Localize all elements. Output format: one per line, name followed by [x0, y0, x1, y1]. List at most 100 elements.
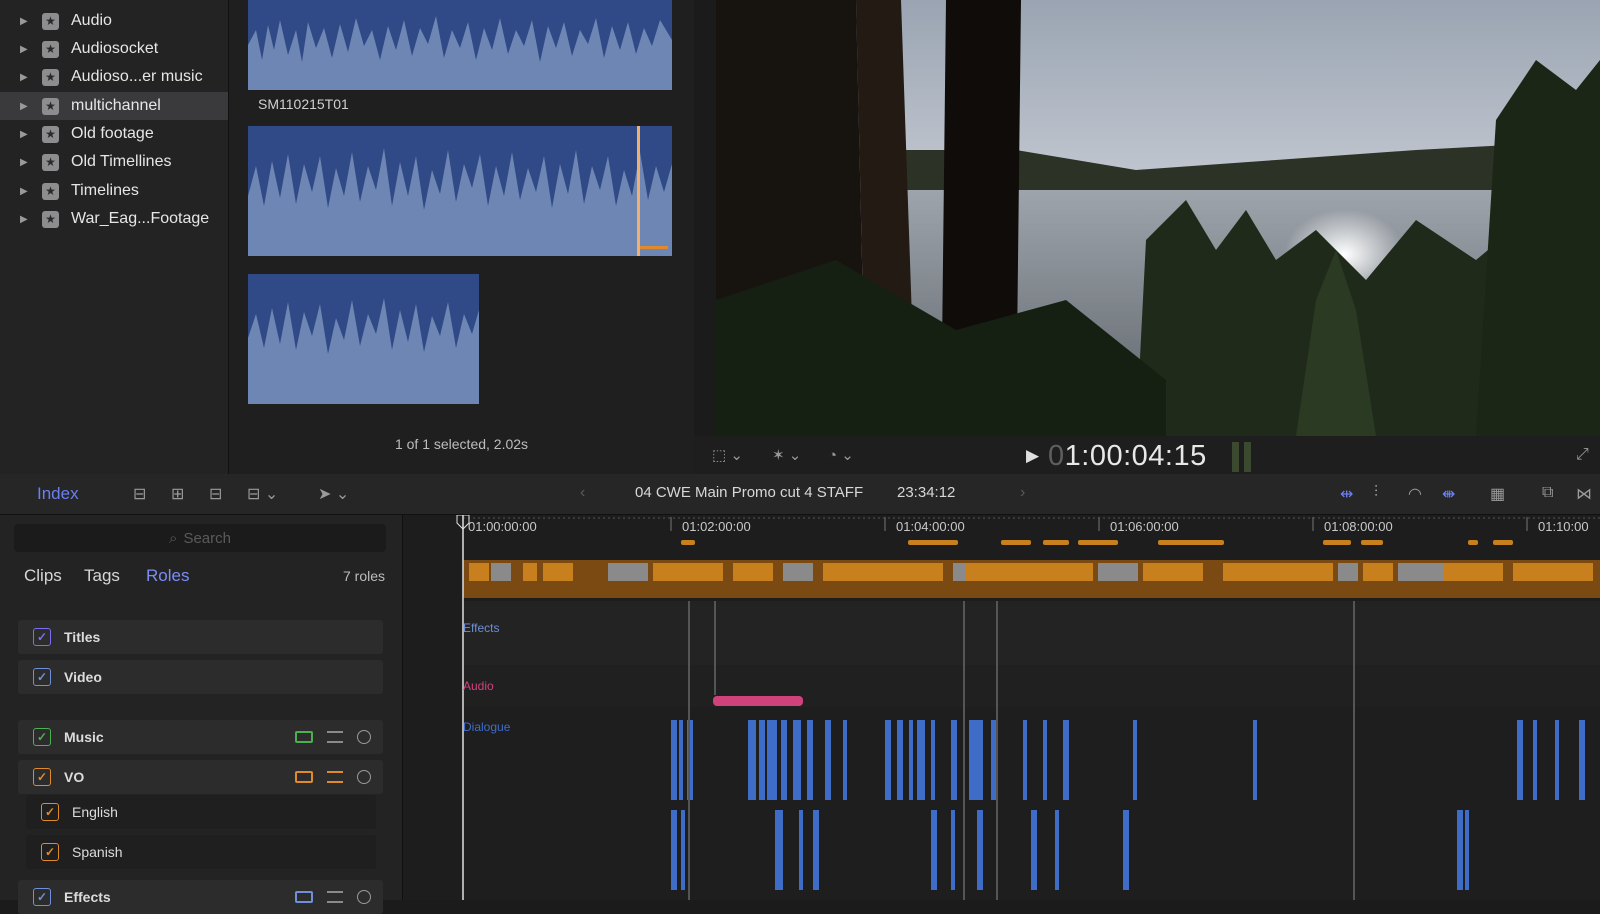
audio-clip-thumbnail-selected[interactable]: [248, 126, 672, 256]
lane-label-audio: Audio: [463, 679, 494, 693]
audio-meter-right: [1244, 442, 1251, 472]
library-item-label: Audio: [71, 12, 112, 29]
disclosure-triangle-icon[interactable]: ▶: [20, 101, 30, 112]
subrole-label: Spanish: [72, 844, 123, 860]
index-button[interactable]: Index: [37, 484, 79, 504]
skimming-icon[interactable]: ⇹: [1340, 484, 1353, 504]
effects-browser-icon[interactable]: ⧉: [1542, 484, 1553, 502]
effects-lane[interactable]: [463, 601, 1600, 665]
search-icon: ⌕: [169, 529, 178, 547]
event-star-icon: ★: [42, 153, 59, 171]
role-checkbox[interactable]: ✓: [33, 888, 51, 906]
minimize-lanes-icon[interactable]: [327, 891, 343, 903]
search-input[interactable]: ⌕ Search: [14, 524, 386, 552]
disclosure-triangle-icon[interactable]: ▶: [20, 16, 30, 27]
event-star-icon: ★: [42, 125, 59, 143]
disclosure-triangle-icon[interactable]: ▶: [20, 129, 30, 140]
library-item[interactable]: ▶ ★ Timelines: [0, 177, 228, 205]
library-item-label: War_Eag...Footage: [71, 210, 210, 227]
subrole-row-english[interactable]: ✓ English: [26, 795, 376, 829]
timeline-tracks[interactable]: [403, 515, 1600, 900]
video-frame-image: [716, 0, 1600, 436]
minimize-lanes-icon[interactable]: [327, 731, 343, 743]
insert-clip-icon[interactable]: ⊞: [171, 484, 184, 504]
connect-clip-icon[interactable]: ⊟: [133, 484, 146, 504]
library-item[interactable]: ▶ ★ Audio: [0, 7, 228, 35]
library-item[interactable]: ▶ ★ War_Eag...Footage: [0, 205, 228, 233]
role-row-titles[interactable]: ✓ Titles: [18, 620, 383, 654]
role-row-video[interactable]: ✓ Video: [18, 660, 383, 694]
role-checkbox[interactable]: ✓: [33, 668, 51, 686]
minimize-lanes-icon[interactable]: [327, 771, 343, 783]
clip-appearance-icon[interactable]: ▦: [1490, 484, 1505, 504]
viewer-format-button[interactable]: ⬚ ⌄: [712, 446, 743, 464]
role-row-effects[interactable]: ✓ Effects: [18, 880, 383, 914]
event-star-icon: ★: [42, 182, 59, 200]
library-item[interactable]: ▶ ★ Audiosocket: [0, 35, 228, 63]
library-item-label: Timelines: [71, 182, 139, 199]
transitions-browser-icon[interactable]: ⋈: [1576, 484, 1592, 504]
disclosure-triangle-icon[interactable]: ▶: [20, 214, 30, 225]
roles-count: 7 roles: [343, 568, 386, 584]
lane-label-dialogue: Dialogue: [463, 720, 511, 734]
show-lanes-icon[interactable]: [295, 731, 313, 743]
tab-roles[interactable]: Roles: [146, 566, 189, 586]
event-star-icon: ★: [42, 12, 59, 30]
subrole-checkbox[interactable]: ✓: [41, 843, 59, 861]
library-item-label: multichannel: [71, 97, 161, 114]
timecode-display[interactable]: 01:00:04:15: [1048, 440, 1207, 473]
role-row-music[interactable]: ✓ Music: [18, 720, 383, 754]
retime-icon[interactable]: ◔ ⌄: [828, 446, 854, 464]
library-item-label: Old Timellines: [71, 153, 172, 170]
overwrite-clip-icon[interactable]: ⊟ ⌄: [247, 484, 278, 504]
tab-tags[interactable]: Tags: [84, 566, 120, 586]
library-sidebar: ▶ ★ Audio ▶ ★ Audiosocket ▶ ★ Audioso...…: [0, 0, 229, 474]
show-lanes-icon[interactable]: [295, 891, 313, 903]
audio-lane[interactable]: [463, 665, 1600, 707]
audio-meter-left: [1232, 442, 1239, 472]
role-row-vo[interactable]: ✓ VO: [18, 760, 383, 794]
connected-clip-markers[interactable]: [681, 540, 1513, 545]
back-arrow-icon[interactable]: ‹: [580, 484, 585, 502]
role-checkbox[interactable]: ✓: [33, 628, 51, 646]
forward-arrow-icon[interactable]: ›: [1020, 484, 1025, 502]
role-checkbox[interactable]: ✓: [33, 768, 51, 786]
subrole-checkbox[interactable]: ✓: [41, 803, 59, 821]
fullscreen-icon[interactable]: ⤢: [1576, 446, 1589, 464]
library-item[interactable]: ▶ ★ Old Timellines: [0, 148, 228, 176]
clip-name-label: SM110215T01: [258, 96, 349, 112]
headphones-icon[interactable]: ◠: [1408, 484, 1422, 504]
disclosure-triangle-icon[interactable]: ▶: [20, 72, 30, 83]
role-label: Music: [64, 729, 104, 745]
append-clip-icon[interactable]: ⊟: [209, 484, 222, 504]
play-icon[interactable]: ▶: [1026, 446, 1039, 466]
show-lanes-icon[interactable]: [295, 771, 313, 783]
snapping-icon[interactable]: ⇼: [1442, 484, 1455, 504]
role-checkbox[interactable]: ✓: [33, 728, 51, 746]
waveform-graphic: [248, 274, 479, 404]
project-name: 04 CWE Main Promo cut 4 STAFF: [635, 484, 864, 501]
search-placeholder: Search: [183, 529, 231, 547]
audio-clip[interactable]: [713, 696, 803, 706]
disclosure-triangle-icon[interactable]: ▶: [20, 44, 30, 55]
select-tool-icon[interactable]: ➤ ⌄: [318, 484, 349, 504]
library-item-selected[interactable]: ▶ ★ multichannel: [0, 92, 228, 120]
event-star-icon: ★: [42, 210, 59, 228]
audio-clip-thumbnail[interactable]: [248, 274, 479, 404]
library-item[interactable]: ▶ ★ Old footage: [0, 120, 228, 148]
role-label: Effects: [64, 889, 111, 905]
lane-label-effects: Effects: [463, 621, 500, 635]
role-label: Video: [64, 669, 102, 685]
library-item[interactable]: ▶ ★ Audioso...er music: [0, 63, 228, 91]
focus-role-icon[interactable]: [357, 890, 371, 904]
subrole-row-spanish[interactable]: ✓ Spanish: [26, 835, 376, 869]
disclosure-triangle-icon[interactable]: ▶: [20, 157, 30, 168]
focus-role-icon[interactable]: [357, 770, 371, 784]
enhancements-icon[interactable]: ✶ ⌄: [772, 446, 801, 464]
focus-role-icon[interactable]: [357, 730, 371, 744]
disclosure-triangle-icon[interactable]: ▶: [20, 186, 30, 197]
audio-clip-thumbnail[interactable]: [248, 0, 672, 90]
tab-clips[interactable]: Clips: [24, 566, 62, 586]
event-star-icon: ★: [42, 68, 59, 86]
audio-skimming-icon[interactable]: ⫶: [1374, 484, 1378, 502]
